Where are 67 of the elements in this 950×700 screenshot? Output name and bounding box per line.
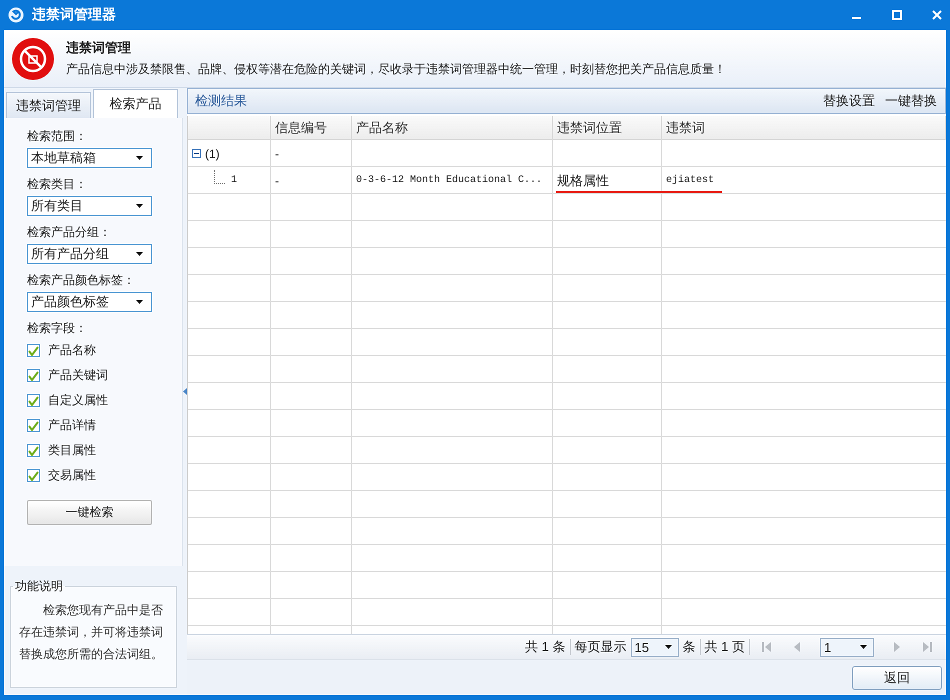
field-label: 检索字段： bbox=[27, 320, 87, 337]
pagination-text: 条 bbox=[682, 638, 696, 656]
table-cell: 规格属性 bbox=[557, 172, 609, 190]
table-cell: - bbox=[275, 146, 279, 160]
caret-icon bbox=[136, 252, 143, 256]
caret-icon bbox=[664, 645, 672, 649]
checkbox-label: 交易属性 bbox=[48, 467, 96, 484]
collapse-arrow-icon[interactable] bbox=[183, 388, 187, 395]
dropdown[interactable]: 所有产品分组 bbox=[27, 244, 152, 264]
checkbox-label: 类目属性 bbox=[48, 442, 96, 459]
checkbox[interactable] bbox=[27, 344, 40, 357]
page-dropdown[interactable]: 1 bbox=[820, 638, 874, 656]
dropdown[interactable]: 所有类目 bbox=[27, 196, 152, 216]
caret-icon bbox=[860, 645, 867, 649]
column-header: 违禁词 bbox=[666, 118, 705, 136]
pagination-text: 共 1 条 bbox=[525, 638, 566, 656]
maximize-icon[interactable] bbox=[892, 10, 902, 20]
tree-line bbox=[214, 170, 225, 184]
header-title: 违禁词管理 bbox=[66, 39, 131, 57]
toolbar-link[interactable]: 一键替换 bbox=[885, 92, 937, 110]
checkbox-label: 自定义属性 bbox=[48, 392, 108, 409]
group-label[interactable]: (1) bbox=[205, 146, 220, 160]
close-icon[interactable] bbox=[932, 10, 942, 20]
checkbox[interactable] bbox=[27, 469, 40, 482]
caret-icon bbox=[136, 204, 143, 208]
pagination-text: 每页显示 bbox=[574, 638, 627, 656]
field-label: 检索产品颜色标签： bbox=[27, 272, 135, 289]
results-title: 检测结果 bbox=[195, 92, 248, 110]
column-header: 违禁词位置 bbox=[557, 118, 622, 136]
field-label: 检索范围： bbox=[27, 128, 87, 145]
column-header: 产品名称 bbox=[356, 118, 408, 136]
column-header: 信息编号 bbox=[275, 118, 327, 136]
checkbox[interactable] bbox=[27, 419, 40, 432]
table-cell: - bbox=[275, 174, 279, 188]
header-description: 产品信息中涉及禁限售、品牌、侵权等潜在危险的关键词，尽收录于违禁词管理器中统一管理，时刻替您把关产品信息质量！ bbox=[66, 61, 726, 78]
checkbox-label: 产品关键词 bbox=[48, 367, 108, 384]
table-cell: 0-3-6-12 Month Educational C... bbox=[356, 175, 542, 186]
tab[interactable]: 违禁词管理 bbox=[6, 92, 91, 118]
first-page-icon[interactable] bbox=[762, 641, 772, 653]
caret-icon bbox=[136, 156, 143, 160]
page-size-dropdown[interactable]: 15 bbox=[630, 638, 679, 656]
last-page-icon[interactable] bbox=[922, 641, 932, 653]
field-label: 检索类目： bbox=[27, 176, 87, 193]
table-cell: ejiatest bbox=[666, 175, 714, 186]
pagination-text: 共 1 页 bbox=[704, 638, 745, 656]
help-title: 功能说明 bbox=[14, 578, 64, 595]
checkbox[interactable] bbox=[27, 444, 40, 457]
collapse-icon[interactable] bbox=[192, 149, 201, 158]
back-button[interactable]: 返回 bbox=[852, 666, 942, 690]
checkbox-label: 产品详情 bbox=[48, 417, 96, 434]
dropdown[interactable]: 产品颜色标签 bbox=[27, 292, 152, 312]
app-logo-icon bbox=[8, 7, 24, 23]
field-label: 检索产品分组： bbox=[27, 224, 111, 241]
checkbox[interactable] bbox=[27, 369, 40, 382]
previous-page-icon[interactable] bbox=[792, 641, 802, 653]
prohibited-icon bbox=[12, 38, 54, 80]
search-button[interactable]: 一键检索 bbox=[27, 500, 152, 525]
checkbox[interactable] bbox=[27, 394, 40, 407]
toolbar-link[interactable]: 替换设置 bbox=[823, 92, 875, 110]
help-text: 检索您现有产品中是否存在违禁词，并可将违禁词替换成您所需的合法词组。 bbox=[19, 602, 164, 663]
caret-icon bbox=[136, 300, 143, 304]
next-page-icon[interactable] bbox=[892, 641, 902, 653]
window-title: 违禁词管理器 bbox=[32, 6, 116, 24]
table-cell: 1 bbox=[231, 175, 238, 186]
checkbox-label: 产品名称 bbox=[48, 342, 96, 359]
dropdown[interactable]: 本地草稿箱 bbox=[27, 148, 152, 168]
tab[interactable]: 检索产品 bbox=[93, 89, 178, 118]
